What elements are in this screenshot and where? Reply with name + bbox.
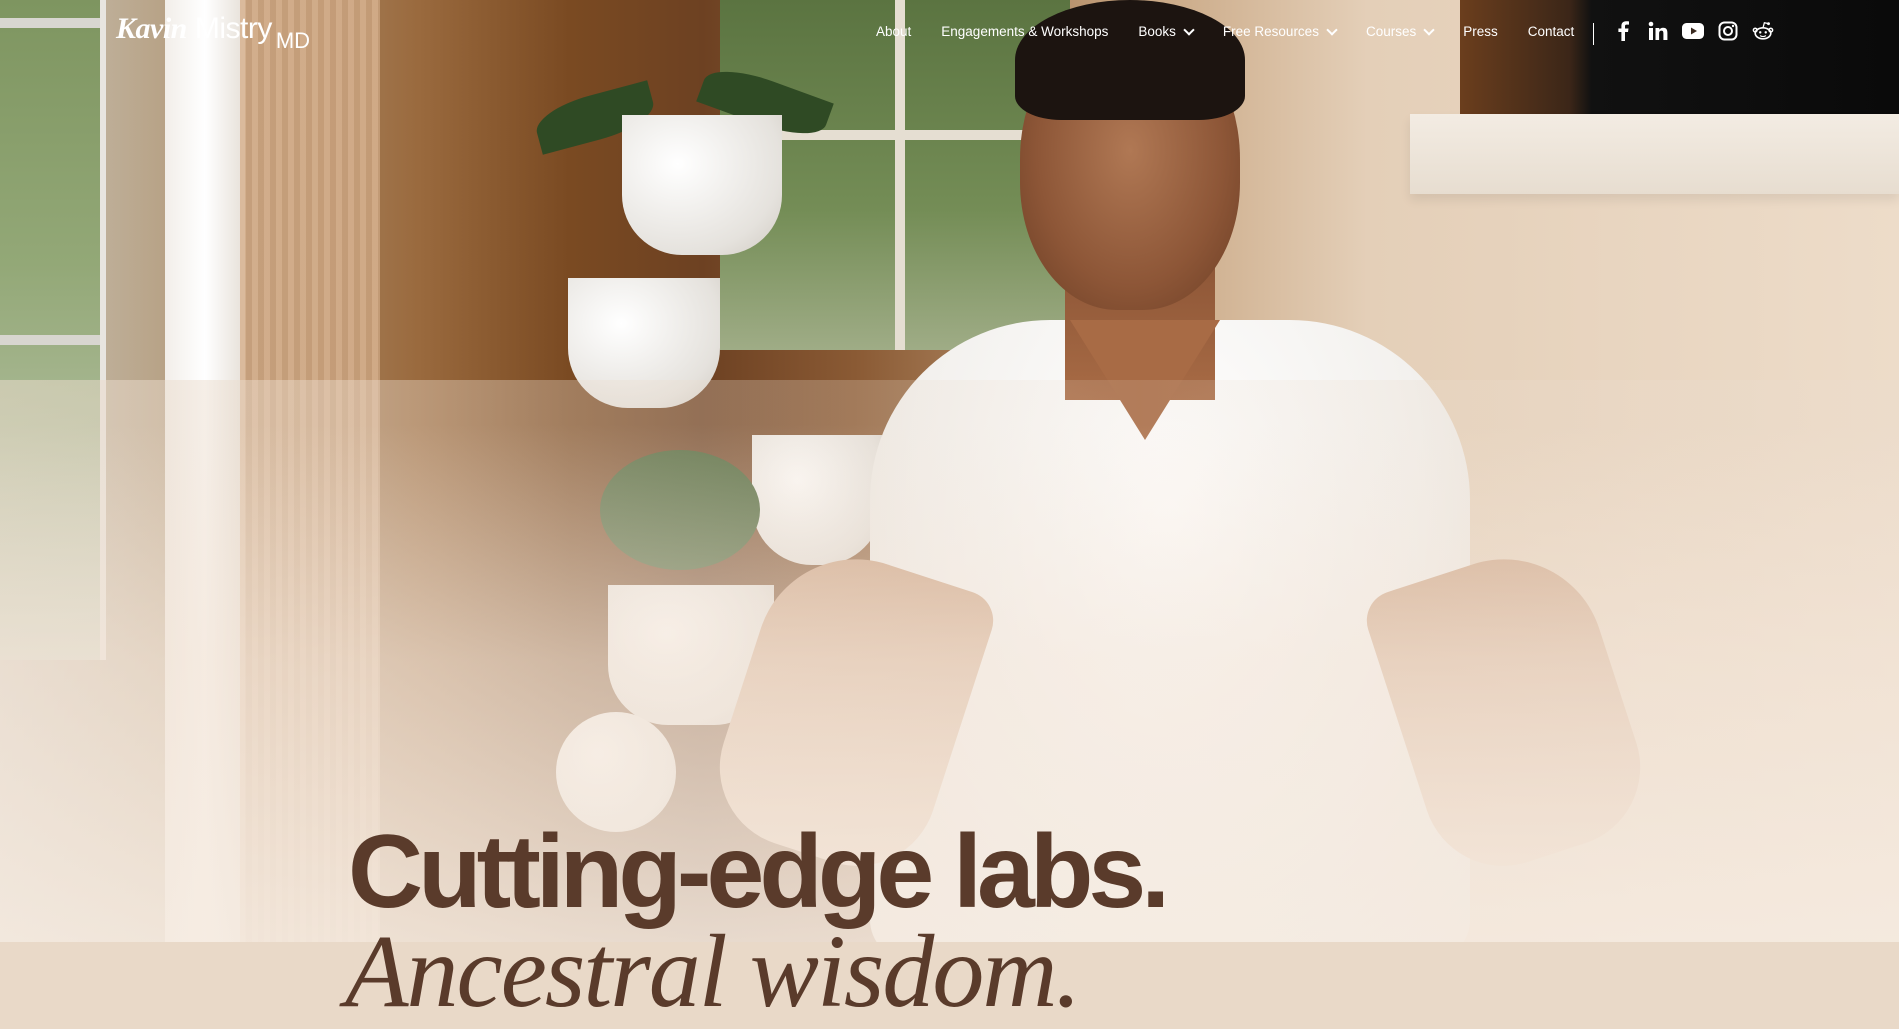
reddit-icon[interactable] (1752, 20, 1774, 42)
hero-background-photo (0, 0, 1899, 942)
photo-fade (0, 0, 1899, 942)
nav-free-resources[interactable]: Free Resources (1222, 23, 1338, 39)
logo-suffix: MD (275, 28, 311, 53)
site-header: Kavin Mistry MD About Engagements & Work… (0, 0, 1899, 70)
nav-courses[interactable]: Courses (1365, 23, 1435, 39)
nav-label: Books (1138, 24, 1176, 39)
nav-label: Free Resources (1222, 24, 1319, 39)
hero-subheading: Ancestral wisdom. (345, 914, 1081, 1029)
nav-books[interactable]: Books (1138, 23, 1195, 39)
linkedin-icon[interactable] (1647, 20, 1669, 42)
nav-about[interactable]: About (876, 24, 911, 39)
nav-label: Press (1463, 24, 1498, 39)
nav-label: Engagements & Workshops (941, 24, 1109, 39)
instagram-icon[interactable] (1717, 20, 1739, 42)
main-nav: About Engagements & Workshops Books Free… (876, 23, 1575, 39)
nav-press[interactable]: Press (1463, 24, 1498, 39)
chevron-down-icon (1326, 23, 1338, 36)
nav-label: Contact (1527, 24, 1575, 39)
nav-divider (1593, 23, 1594, 45)
chevron-down-icon (1183, 23, 1195, 36)
nav-contact[interactable]: Contact (1528, 24, 1575, 39)
social-links (1612, 20, 1787, 42)
site-logo[interactable]: Kavin Mistry MD (116, 12, 310, 53)
nav-engagements-workshops[interactable]: Engagements & Workshops (941, 24, 1108, 39)
nav-label: Courses (1365, 24, 1417, 39)
logo-first-name: Kavin (116, 12, 187, 45)
chevron-down-icon (1423, 23, 1435, 36)
nav-label: About (876, 24, 912, 39)
youtube-icon[interactable] (1682, 20, 1704, 42)
hero-heading: Cutting-edge labs. (348, 814, 1170, 930)
logo-last-name: Mistry (194, 12, 272, 45)
facebook-icon[interactable] (1612, 20, 1634, 42)
